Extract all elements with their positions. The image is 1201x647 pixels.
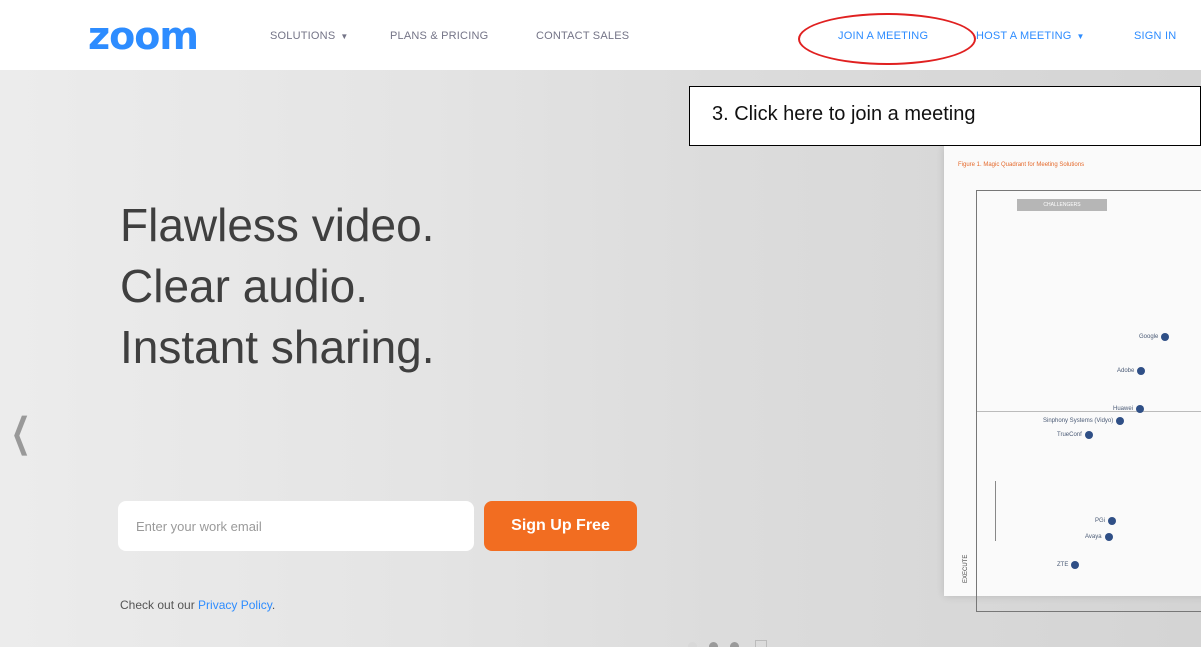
vendor-point: PGi	[1095, 517, 1117, 525]
nav-join-meeting[interactable]: JOIN A MEETING	[838, 30, 928, 42]
sign-up-free-button[interactable]: Sign Up Free	[484, 501, 637, 551]
carousel-dot[interactable]	[730, 641, 739, 647]
privacy-prefix: Check out our	[120, 598, 199, 612]
carousel-dot[interactable]	[709, 641, 718, 647]
nav-solutions-label: SOLUTIONS	[270, 30, 336, 42]
vendor-label: Google	[1139, 334, 1159, 340]
vendor-dot	[1136, 405, 1145, 413]
quadrant-label: CHALLENGERS	[1017, 199, 1107, 211]
nav-solutions[interactable]: SOLUTIONS ▼	[270, 30, 349, 42]
vendor-dot	[1161, 333, 1170, 341]
vendor-point: TrueConf	[1057, 431, 1093, 439]
privacy-suffix: .	[271, 598, 276, 612]
nav-plans-pricing[interactable]: PLANS & PRICING	[390, 30, 488, 42]
hero-headline: Flawless video. Clear audio. Instant sha…	[120, 195, 435, 378]
pause-icon[interactable]	[755, 640, 767, 647]
vendor-point: Avaya	[1085, 533, 1113, 541]
carousel-dots	[688, 640, 767, 647]
vendor-label: PGi	[1095, 518, 1106, 524]
vendor-dot	[1137, 367, 1146, 375]
carousel-dot[interactable]	[688, 641, 697, 647]
zoom-logo[interactable]: zoom	[88, 14, 199, 58]
vendor-dot	[1108, 517, 1117, 525]
headline-line-3: Instant sharing.	[120, 321, 435, 373]
vendor-label: Huawei	[1113, 406, 1134, 412]
quadrant-divider-h	[977, 411, 1201, 412]
vendor-dot	[1116, 417, 1125, 425]
nav-contact-sales[interactable]: CONTACT SALES	[536, 30, 629, 42]
nav-host-label: HOST A MEETING	[976, 30, 1072, 42]
axis-label: EXECUTE	[963, 554, 969, 583]
instruction-callout: 3. Click here to join a meeting	[689, 86, 1201, 146]
privacy-policy-link[interactable]: Privacy Policy	[198, 598, 272, 612]
instruction-text: 3. Click here to join a meeting	[712, 103, 976, 125]
vendor-dot	[1104, 533, 1113, 541]
privacy-note: Check out our Privacy Policy.	[120, 598, 275, 612]
top-nav: zoom SOLUTIONS ▼ PLANS & PRICING CONTACT …	[0, 0, 1201, 70]
nav-host-meeting[interactable]: HOST A MEETING ▼	[976, 30, 1085, 42]
headline-line-2: Clear audio.	[120, 260, 369, 312]
work-email-input[interactable]	[118, 501, 474, 551]
chevron-down-icon: ▼	[340, 32, 349, 41]
headline-line-1: Flawless video.	[120, 199, 435, 251]
vendor-label: ZTE	[1057, 562, 1069, 568]
vendor-label: Avaya	[1085, 534, 1102, 540]
vendor-label: TrueConf	[1057, 432, 1082, 438]
card-title: Figure 1. Magic Quadrant for Meeting Sol…	[958, 162, 1085, 168]
vendor-point: ZTE	[1057, 561, 1080, 569]
vendor-label: Sinphony Systems (Vidyo)	[1043, 418, 1114, 424]
quadrant-chart: CHALLENGERS Google Adobe Huawei Sinphony…	[963, 190, 1201, 612]
vendor-point: Huawei	[1113, 405, 1145, 413]
vendor-point: Sinphony Systems (Vidyo)	[1043, 417, 1125, 425]
axis-arrow	[995, 481, 996, 541]
vendor-dot	[1071, 561, 1080, 569]
vendor-point: Google	[1139, 333, 1170, 341]
vendor-label: Adobe	[1117, 368, 1135, 374]
carousel-prev-icon[interactable]: ❮	[11, 410, 31, 456]
chevron-down-icon: ▼	[1076, 32, 1085, 41]
nav-sign-in[interactable]: SIGN IN	[1134, 30, 1176, 42]
vendor-dot	[1084, 431, 1093, 439]
magic-quadrant-card: Figure 1. Magic Quadrant for Meeting Sol…	[944, 146, 1201, 612]
vendor-point: Adobe	[1117, 367, 1146, 375]
